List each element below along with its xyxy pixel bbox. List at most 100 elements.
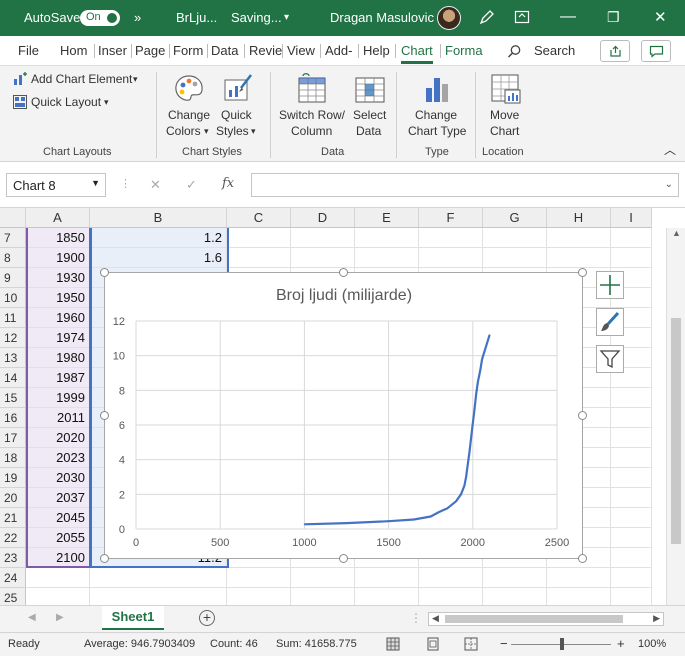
cell[interactable]: 1960 [26,308,90,328]
cell[interactable] [611,548,652,568]
cell[interactable] [26,568,90,588]
row-header[interactable]: 11 [0,308,26,328]
zoom-out-button[interactable]: − [500,636,508,651]
formula-bar-grip-icon[interactable]: ⋮ [120,177,131,190]
pen-icon[interactable] [478,8,496,26]
cell[interactable] [611,388,652,408]
resize-handle-top[interactable] [339,268,348,277]
column-header-h[interactable]: H [547,208,611,228]
column-header-a[interactable]: A [26,208,90,228]
change-colors-button[interactable]: Change [166,107,212,123]
row-header[interactable]: 23 [0,548,26,568]
change-colors-chevron-icon[interactable]: ▾ [204,123,209,139]
document-title[interactable]: BrLju... [176,10,217,25]
status-count[interactable]: Count: 46 [210,638,258,650]
comments-button[interactable] [641,40,671,62]
minimize-button[interactable]: — [560,8,576,26]
tab-review[interactable]: Revie [249,43,282,58]
cell[interactable] [547,568,611,588]
cancel-icon[interactable]: ✕ [150,177,161,193]
zoom-in-button[interactable]: + [617,636,625,651]
cell[interactable] [227,568,291,588]
zoom-level[interactable]: 100% [638,638,666,650]
resize-handle-bottom[interactable] [339,554,348,563]
formula-input[interactable]: ⌄ [251,173,679,197]
row-header[interactable]: 7 [0,228,26,248]
status-sum[interactable]: Sum: 41658.775 [276,638,357,650]
vertical-scroll-thumb[interactable] [671,318,681,544]
cell[interactable] [611,568,652,588]
cell[interactable] [483,248,547,268]
enter-icon[interactable]: ✓ [186,177,197,193]
chart-area[interactable]: Broj ljudi (milijarde) 0 2 4 6 8 10 12 0 500 1000 1… [104,272,583,559]
row-header[interactable]: 14 [0,368,26,388]
autosave-toggle[interactable]: On [80,10,120,26]
worksheet-grid[interactable]: ABCDEFGHI 7 1850 1.2 8 1900 1.6 9 1930 10 1950 11 1… [0,208,685,608]
cell[interactable] [483,568,547,588]
column-header-f[interactable]: F [419,208,483,228]
cell[interactable] [483,228,547,248]
chart-elements-button[interactable] [596,271,624,299]
cell[interactable] [547,228,611,248]
prev-sheet-icon[interactable]: ◀ [28,612,36,623]
quick-styles-button[interactable]: Quick [221,107,252,123]
cell[interactable] [291,228,355,248]
cell[interactable]: 1.6 [90,248,227,268]
row-header[interactable]: 9 [0,268,26,288]
chart-filters-button[interactable] [596,345,624,373]
sheet-tab-sheet1[interactable]: Sheet1 [102,606,164,630]
insert-function-icon[interactable]: fx [222,176,234,191]
switch-row-column-button[interactable]: Switch Row/ [279,107,345,123]
scroll-right-icon[interactable]: ▶ [653,613,660,624]
select-data-button[interactable]: Select [353,107,386,123]
next-sheet-icon[interactable]: ▶ [56,612,64,623]
tab-home[interactable]: Hom [60,43,87,58]
row-header[interactable]: 20 [0,488,26,508]
chart-title[interactable]: Broj ljudi (milijarde) [276,287,412,304]
ribbon-display-options-icon[interactable] [514,9,530,25]
quick-access-more-icon[interactable]: » [134,10,141,25]
cell[interactable] [611,248,652,268]
tab-help[interactable]: Help [363,43,390,58]
cell[interactable] [611,488,652,508]
resize-handle-right[interactable] [578,411,587,420]
cell[interactable]: 1980 [26,348,90,368]
cell[interactable]: 1850 [26,228,90,248]
column-header-d[interactable]: D [291,208,355,228]
row-header[interactable]: 15 [0,388,26,408]
column-header-g[interactable]: G [483,208,547,228]
tab-chart-design[interactable]: Chart [401,43,433,64]
cell[interactable]: 1950 [26,288,90,308]
add-sheet-button[interactable]: + [199,610,215,626]
cell[interactable] [611,468,652,488]
cell[interactable] [355,568,419,588]
tab-view[interactable]: View [287,43,315,58]
tab-formulas[interactable]: Form [173,43,203,58]
row-header[interactable]: 12 [0,328,26,348]
resize-handle-bottom-right[interactable] [578,554,587,563]
restore-button[interactable]: ❐ [607,9,620,26]
share-button[interactable] [600,40,630,62]
row-header[interactable]: 17 [0,428,26,448]
quick-styles-chevron-icon[interactable]: ▾ [251,123,256,139]
cell[interactable]: 2055 [26,528,90,548]
chart-styles-button[interactable] [596,308,624,336]
quick-layout-button[interactable]: Quick Layout [31,94,101,110]
cell[interactable] [419,568,483,588]
close-button[interactable]: ✕ [654,8,667,26]
row-header[interactable]: 18 [0,448,26,468]
quick-layout-chevron-icon[interactable]: ▾ [104,94,109,110]
cell[interactable]: 1999 [26,388,90,408]
cell[interactable] [291,248,355,268]
page-break-view-icon[interactable] [464,637,478,651]
tab-page-layout[interactable]: Page [135,43,165,58]
cell[interactable] [355,248,419,268]
row-header[interactable]: 22 [0,528,26,548]
cell[interactable] [611,528,652,548]
row-header[interactable]: 10 [0,288,26,308]
column-header-i[interactable]: I [611,208,652,228]
row-header[interactable]: 24 [0,568,26,588]
cell[interactable] [227,228,291,248]
move-chart-button[interactable]: Move [490,107,519,123]
tab-format[interactable]: Forma [445,43,483,58]
